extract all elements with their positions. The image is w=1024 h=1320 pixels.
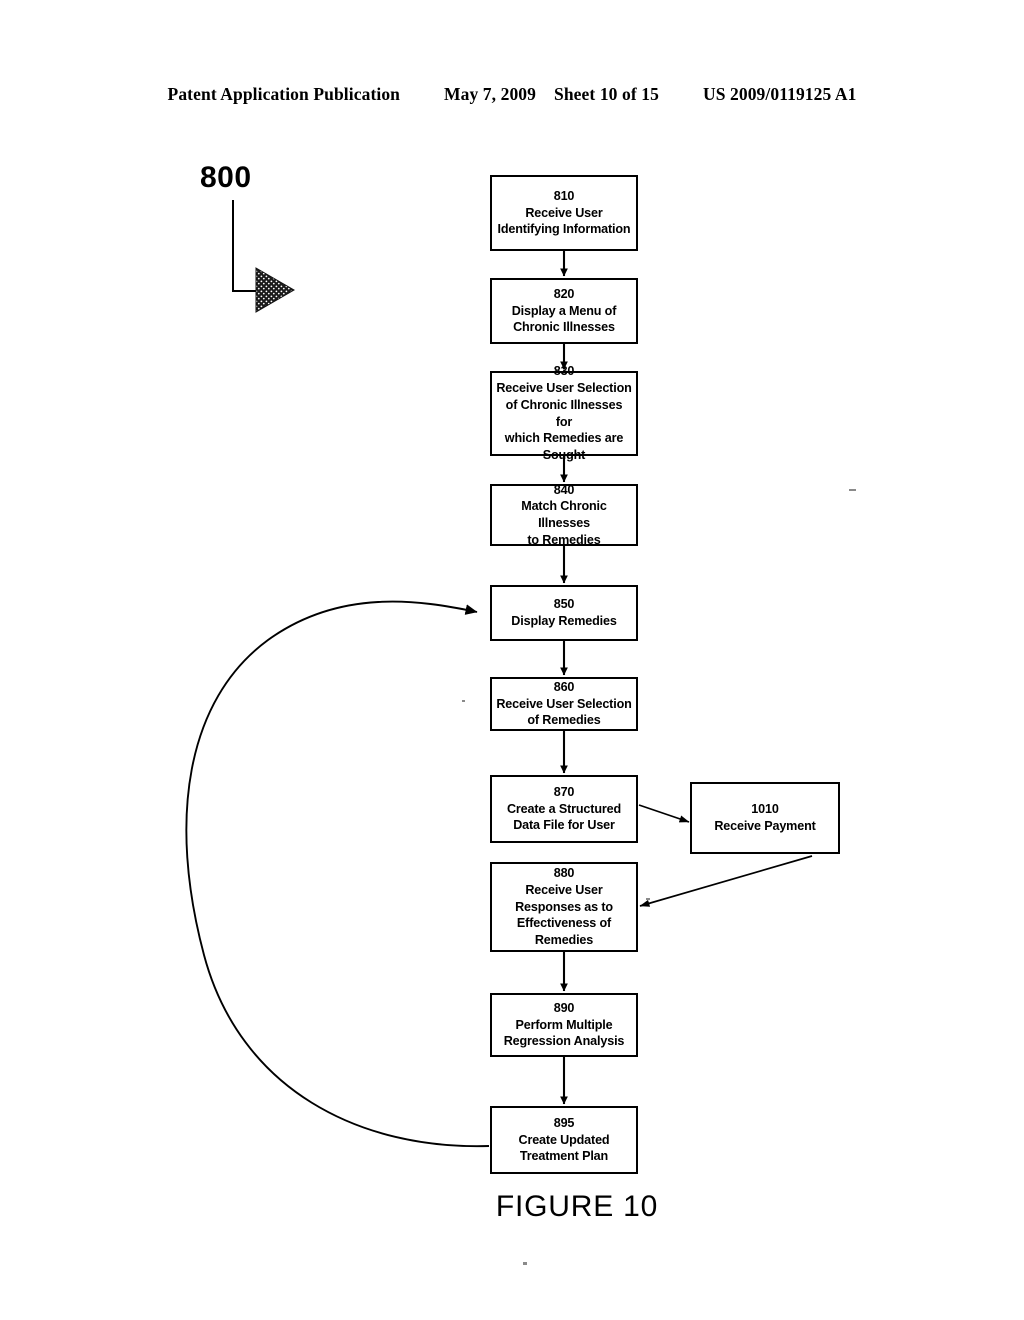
flow-box-810-number: 810 xyxy=(553,188,575,203)
flow-box-890: 890 Perform Multiple Regression Analysis xyxy=(490,993,638,1057)
flow-box-870-number: 870 xyxy=(553,784,575,799)
scan-speck xyxy=(849,489,856,491)
flow-box-890-number: 890 xyxy=(553,1000,575,1015)
flow-box-1010: 1010 Receive Payment xyxy=(690,782,840,854)
flow-box-895-text: Create Updated Treatment Plan xyxy=(518,1132,610,1164)
flow-box-830: 830 Receive User Selection of Chronic Il… xyxy=(490,364,638,462)
flow-box-850: 850 Display Remedies xyxy=(490,585,638,641)
flow-box-830-number: 830 xyxy=(553,364,575,379)
flow-box-820: 820 Display a Menu of Chronic Illnesses xyxy=(490,278,638,344)
scan-speck xyxy=(462,700,465,702)
scan-speck xyxy=(646,898,650,900)
reference-leader-line xyxy=(232,200,295,313)
flow-box-810: 810 Receive User Identifying Information xyxy=(490,175,638,251)
flow-box-820-text: Display a Menu of Chronic Illnesses xyxy=(511,303,617,335)
flow-box-1010-number: 1010 xyxy=(751,802,779,817)
flow-box-870: 870 Create a Structured Data File for Us… xyxy=(490,775,638,843)
flow-box-840-number: 840 xyxy=(553,482,575,497)
flow-box-830-text: Receive User Selection of Chronic Illnes… xyxy=(496,381,632,462)
connector-895-850-feedback xyxy=(185,600,490,1148)
connector-870-1010 xyxy=(638,804,690,823)
flow-box-895: 895 Create Updated Treatment Plan xyxy=(490,1106,638,1174)
flow-box-860-text: Receive User Selection of Remedies xyxy=(496,696,632,728)
flow-box-1010-text: Receive Payment xyxy=(714,819,816,833)
flow-box-860-number: 860 xyxy=(553,679,575,694)
flow-box-870-text: Create a Structured Data File for User xyxy=(506,801,622,833)
speckled-arrowhead xyxy=(255,267,295,313)
scan-speck xyxy=(523,1262,527,1265)
flow-box-860: 860 Receive User Selection of Remedies xyxy=(490,677,638,731)
flow-box-820-number: 820 xyxy=(553,286,575,301)
flow-box-880-text: Receive User Responses as to Effectivene… xyxy=(515,882,613,948)
flow-box-840: 840 Match Chronic Illnesses to Remedies xyxy=(490,482,638,547)
connector-1010-880 xyxy=(639,855,813,907)
flow-box-880-number: 880 xyxy=(553,866,575,881)
flow-box-810-text: Receive User Identifying Information xyxy=(497,205,631,237)
flow-box-880: 880 Receive User Responses as to Effecti… xyxy=(490,862,638,952)
figure-caption: FIGURE 10 xyxy=(495,1190,659,1223)
flow-box-850-number: 850 xyxy=(553,597,575,612)
flow-box-840-text: Match Chronic Illnesses to Remedies xyxy=(521,499,607,547)
flow-box-850-text: Display Remedies xyxy=(511,614,617,628)
flow-box-890-text: Perform Multiple Regression Analysis xyxy=(503,1017,625,1049)
flow-box-895-number: 895 xyxy=(553,1115,575,1130)
reference-numeral-800: 800 xyxy=(200,161,252,194)
